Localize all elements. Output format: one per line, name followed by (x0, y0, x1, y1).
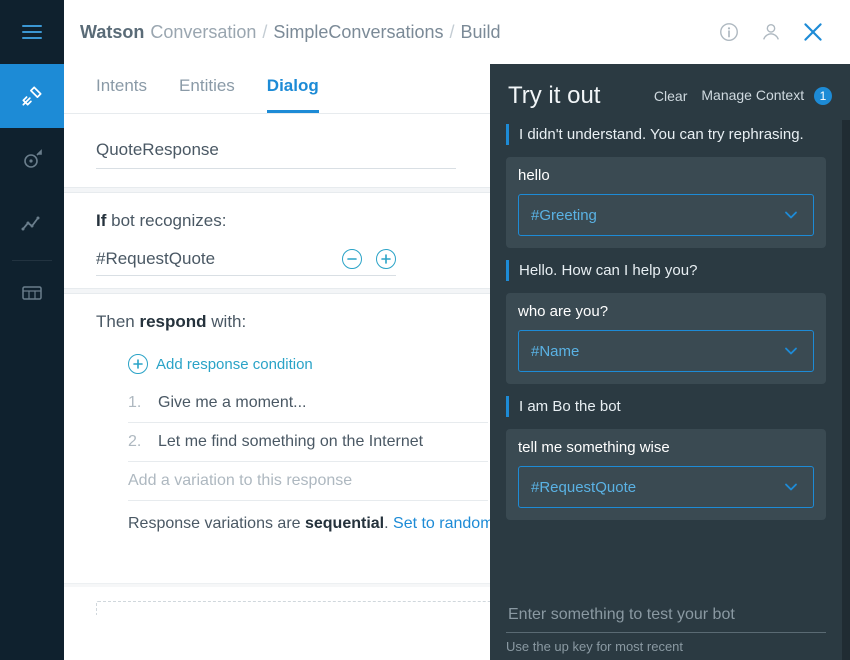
add-variation-input[interactable]: Add a variation to this response (128, 462, 488, 501)
user-icon (760, 21, 782, 43)
left-rail (0, 0, 64, 660)
info-button[interactable] (716, 19, 742, 45)
breadcrumb-sep: / (262, 22, 267, 43)
user-message: tell me something wise (518, 439, 814, 456)
breadcrumb: Watson Conversation / SimpleConversation… (80, 22, 700, 43)
variation-mode-line: Response variations are sequential. Set … (128, 515, 528, 533)
rail-divider (12, 260, 52, 261)
bot-message: I didn't understand. You can try rephras… (506, 124, 826, 145)
plus-circle-icon (128, 354, 148, 374)
response-list: 1. Give me a moment... 2. Let me find so… (128, 384, 488, 501)
then-suffix: with: (211, 312, 246, 331)
response-row[interactable]: 1. Give me a moment... (128, 384, 488, 423)
seq-period: . (384, 515, 393, 532)
intent-value: #RequestQuote (531, 479, 636, 496)
info-icon (718, 21, 740, 43)
condition-input[interactable]: #RequestQuote (96, 249, 330, 269)
tab-dialog[interactable]: Dialog (267, 76, 319, 113)
user-message: hello (518, 167, 814, 184)
card-grid-icon (20, 281, 44, 305)
line-chart-icon (20, 212, 44, 236)
rail-analytics-button[interactable] (0, 192, 64, 256)
panel-header: Try it out Clear Manage Context 1 (490, 64, 850, 120)
intent-value: #Greeting (531, 207, 597, 224)
conversation-stream: I didn't understand. You can try rephras… (490, 120, 850, 590)
if-strong: If (96, 211, 106, 230)
chevron-down-icon (781, 477, 801, 497)
top-bar: Watson Conversation / SimpleConversation… (64, 0, 850, 64)
if-suffix: bot recognizes: (111, 211, 226, 230)
intent-value: #Name (531, 343, 579, 360)
manage-context-badge: 1 (814, 87, 832, 105)
panel-footer: Use the up key for most recent (490, 590, 850, 660)
panel-title: Try it out (508, 82, 640, 110)
rail-build-button[interactable] (0, 64, 64, 128)
hamburger-icon (20, 20, 44, 44)
then-prefix: Then (96, 312, 135, 331)
brand-light: Conversation (150, 22, 256, 43)
node-name-input[interactable]: QuoteResponse (96, 132, 456, 169)
user-message: who are you? (518, 303, 814, 320)
response-number: 2. (128, 433, 144, 451)
bot-message: I am Bo the bot (506, 396, 826, 417)
intent-select[interactable]: #Name (518, 330, 814, 372)
breadcrumb-sep: / (449, 22, 454, 43)
close-icon (800, 19, 826, 45)
manage-context-button[interactable]: Manage Context 1 (701, 87, 832, 105)
input-hint: Use the up key for most recent (506, 639, 826, 654)
try-it-input[interactable] (506, 598, 826, 633)
remove-condition-button[interactable] (342, 249, 362, 269)
plus-icon (133, 359, 143, 369)
minus-icon (347, 254, 357, 264)
tab-intents[interactable]: Intents (96, 76, 147, 113)
response-number: 1. (128, 394, 144, 412)
main-area: Watson Conversation / SimpleConversation… (64, 0, 850, 660)
seq-prefix: Response variations are (128, 515, 305, 532)
response-row[interactable]: 2. Let me find something on the Internet (128, 423, 488, 462)
tab-entities[interactable]: Entities (179, 76, 235, 113)
chevron-down-icon (781, 341, 801, 361)
rail-target-button[interactable] (0, 128, 64, 192)
brand-strong: Watson (80, 22, 144, 43)
user-button[interactable] (758, 19, 784, 45)
chevron-down-icon (781, 205, 801, 225)
intent-select[interactable]: #RequestQuote (518, 466, 814, 508)
response-text: Let me find something on the Internet (158, 433, 423, 451)
user-turn: hello #Greeting (506, 157, 826, 248)
manage-context-label: Manage Context (701, 87, 804, 103)
set-to-random-link[interactable]: Set to random (393, 515, 494, 532)
add-condition-button[interactable] (376, 249, 396, 269)
condition-row: #RequestQuote (96, 243, 396, 276)
close-button[interactable] (800, 19, 826, 45)
bot-message: Hello. How can I help you? (506, 260, 826, 281)
add-response-condition-label: Add response condition (156, 356, 313, 373)
rail-catalog-button[interactable] (0, 269, 64, 317)
try-it-out-panel: Try it out Clear Manage Context 1 I didn… (490, 64, 850, 660)
clear-button[interactable]: Clear (654, 88, 687, 104)
plus-icon (381, 254, 391, 264)
user-turn: tell me something wise #RequestQuote (506, 429, 826, 520)
breadcrumb-page: Build (461, 22, 501, 43)
intent-select[interactable]: #Greeting (518, 194, 814, 236)
hamburger-menu-button[interactable] (0, 0, 64, 64)
then-strong: respond (139, 312, 206, 331)
target-icon (20, 148, 44, 172)
breadcrumb-project[interactable]: SimpleConversations (273, 22, 443, 43)
seq-strong: sequential (305, 515, 384, 532)
tools-icon (19, 83, 45, 109)
user-turn: who are you? #Name (506, 293, 826, 384)
response-text: Give me a moment... (158, 394, 307, 412)
